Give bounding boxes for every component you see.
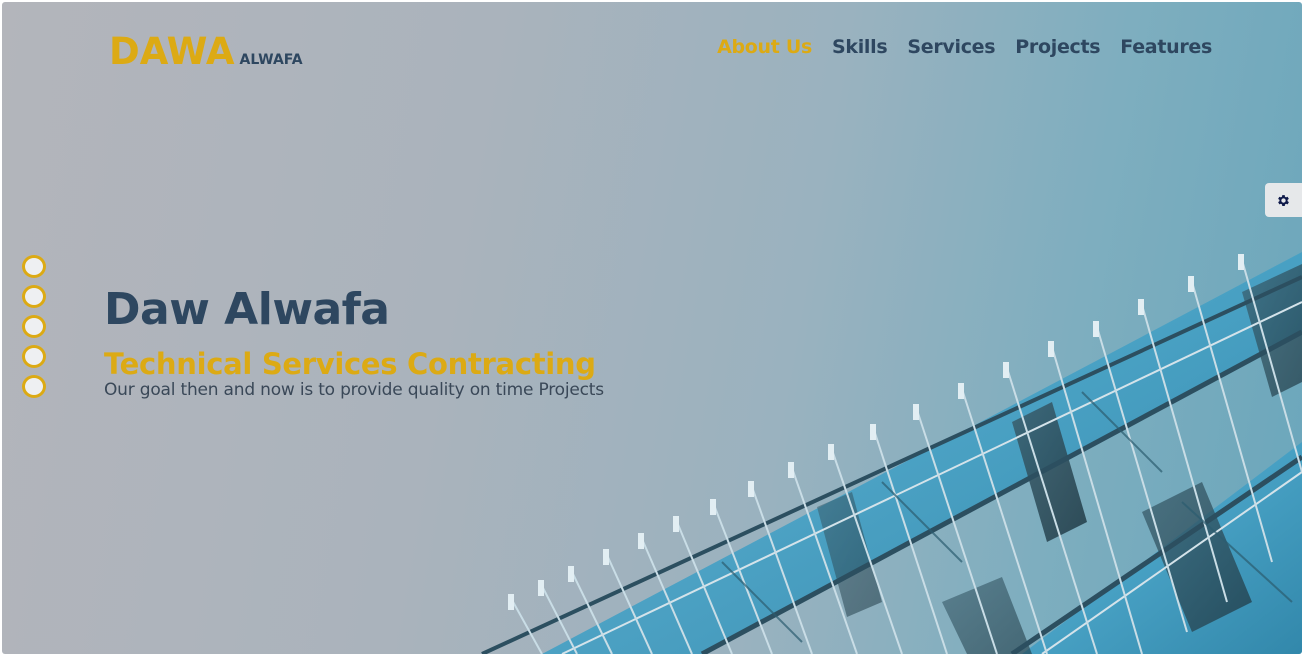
hero-description: Our goal then and now is to provide qual…	[104, 380, 604, 400]
slider-bullet[interactable]	[22, 255, 46, 278]
logo-main-text: DAWA	[109, 30, 235, 73]
nav-link-skills[interactable]: Skills	[832, 36, 888, 58]
slider-bullet[interactable]	[22, 345, 46, 368]
gear-icon	[1278, 194, 1289, 206]
slider-bullet[interactable]	[22, 375, 46, 398]
hero-content: Daw Alwafa Technical Services Contractin…	[104, 282, 604, 402]
hero-subtitle: Technical Services Contracting	[104, 347, 596, 381]
slider-bullets	[22, 255, 46, 398]
hero-section: DAWA ALWAFA About Us Skills Services Pro…	[2, 2, 1302, 654]
slider-bullet[interactable]	[22, 315, 46, 338]
nav-link-services[interactable]: Services	[907, 36, 995, 58]
logo-sub-text: ALWAFA	[239, 52, 303, 68]
site-logo[interactable]: DAWA ALWAFA	[109, 30, 303, 73]
nav-link-about-us[interactable]: About Us	[717, 36, 812, 58]
nav-link-projects[interactable]: Projects	[1015, 36, 1100, 58]
settings-toggle-button[interactable]	[1265, 183, 1302, 217]
nav-link-features[interactable]: Features	[1120, 36, 1212, 58]
hero-title: Daw Alwafa	[104, 284, 390, 335]
main-nav: About Us Skills Services Projects Featur…	[717, 36, 1212, 58]
slider-bullet[interactable]	[22, 285, 46, 308]
